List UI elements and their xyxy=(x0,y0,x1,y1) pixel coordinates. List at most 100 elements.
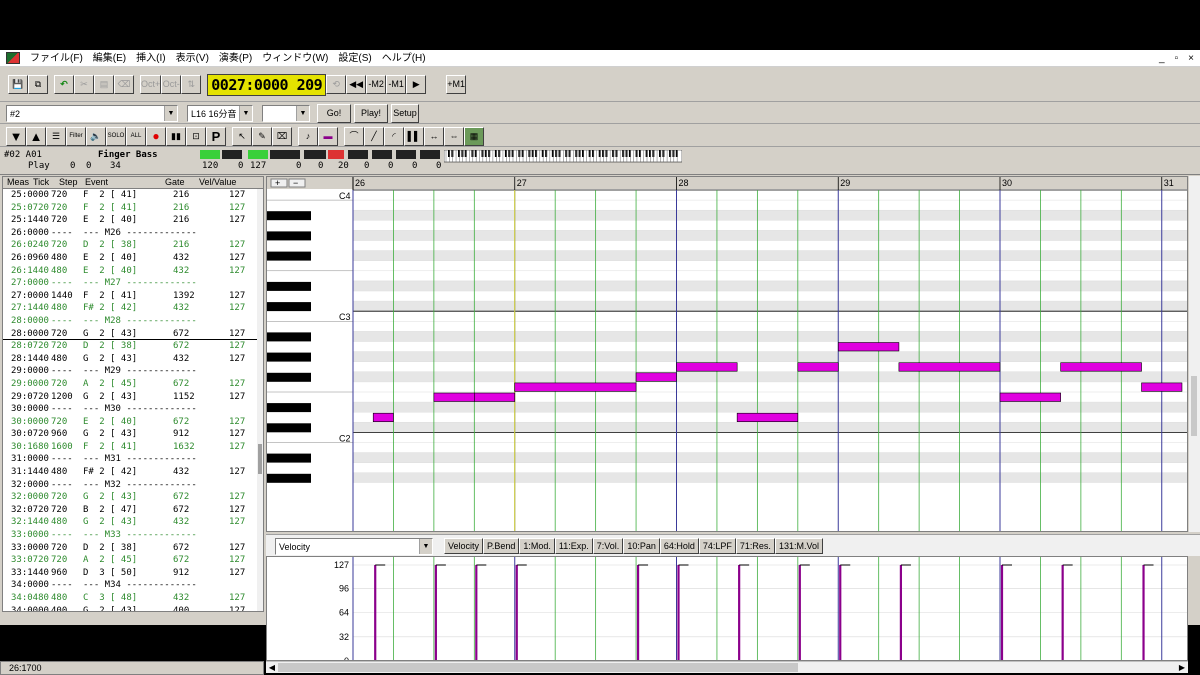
black-key[interactable] xyxy=(267,302,311,312)
col-vel[interactable]: Vel/Value xyxy=(199,177,236,187)
undo-icon[interactable]: ↶ xyxy=(54,75,74,94)
track-up-icon[interactable]: ▲ xyxy=(26,126,46,146)
controller-tab[interactable]: 131:M.Vol xyxy=(774,538,823,554)
black-key[interactable] xyxy=(267,403,311,413)
event-row[interactable]: 26:0000 ---- --- M26 ------------- xyxy=(3,227,263,240)
note[interactable] xyxy=(898,362,1001,372)
clear-icon[interactable]: ⌫ xyxy=(114,75,134,94)
event-list-scroll-thumb[interactable] xyxy=(258,444,262,474)
menu-play[interactable]: 演奏(P) xyxy=(214,50,257,67)
piano-roll-scroll-thumb[interactable] xyxy=(1191,376,1197,436)
black-key[interactable] xyxy=(267,251,311,261)
controller-tab[interactable]: Velocity xyxy=(444,538,484,554)
event-row[interactable]: 27:0000 ---- --- M27 ------------- xyxy=(3,277,263,290)
note[interactable] xyxy=(514,382,637,392)
event-row[interactable]: 33:1440 960 D 3 [ 50] 912 127 xyxy=(3,567,263,580)
event-row[interactable]: 27:0000 1440 F 2 [ 41] 1392 127 xyxy=(3,290,263,303)
setup-button[interactable]: Setup xyxy=(391,104,419,123)
copy-icon[interactable]: ⧉ xyxy=(28,75,48,94)
play-button[interactable]: Play! xyxy=(354,104,388,123)
col-tick[interactable]: Tick xyxy=(33,177,49,187)
event-row[interactable]: 25:1440 720 E 2 [ 40] 216 127 xyxy=(3,214,263,227)
go-button[interactable]: Go! xyxy=(317,104,351,123)
event-row[interactable]: 34:0480 480 C 3 [ 48] 432 127 xyxy=(3,592,263,605)
black-key[interactable] xyxy=(267,231,311,241)
event-row[interactable]: 33:0000 720 D 2 [ 38] 672 127 xyxy=(3,542,263,555)
note[interactable] xyxy=(736,412,799,422)
rewind-start-icon[interactable]: ⟲ xyxy=(326,75,347,94)
event-row[interactable]: 25:0720 720 F 2 [ 41] 216 127 xyxy=(3,202,263,215)
scroll-right-icon[interactable]: ▶ xyxy=(1176,662,1188,674)
col-gate[interactable]: Gate xyxy=(165,177,185,187)
cut-icon[interactable]: ✂ xyxy=(74,75,94,94)
menu-view[interactable]: 表示(V) xyxy=(171,50,214,67)
black-key[interactable] xyxy=(267,372,311,382)
event-row[interactable]: 30:1680 1600 F 2 [ 41] 1632 127 xyxy=(3,441,263,454)
note[interactable] xyxy=(797,362,839,372)
eraser-icon[interactable]: ⌧ xyxy=(272,126,292,146)
minimize-button[interactable]: _ xyxy=(1159,50,1165,67)
all-button[interactable]: ALL xyxy=(126,126,146,146)
event-row[interactable]: 30:0720 960 G 2 [ 43] 912 127 xyxy=(3,428,263,441)
track-image-icon[interactable]: ▦ xyxy=(464,126,484,146)
event-list[interactable]: Meas Tick Step Event Gate Vel/Value 25:0… xyxy=(2,176,264,612)
controller-tab[interactable]: 64:Hold xyxy=(659,538,699,554)
minus-m2-button[interactable]: -M2 xyxy=(366,75,387,94)
octave-down-button[interactable]: Oct- xyxy=(161,75,182,94)
curve-icon[interactable]: ⌒ xyxy=(344,126,364,146)
controller-tab[interactable]: 74:LPF xyxy=(698,538,736,554)
controller-tab[interactable]: P.Bend xyxy=(483,538,520,554)
plus-m1-button[interactable]: +M1 xyxy=(446,75,467,94)
speaker-icon[interactable]: 🔈 xyxy=(86,126,106,146)
velocity-canvas[interactable]: 1279664320 xyxy=(267,557,1188,661)
velocity-icon[interactable]: ▬ xyxy=(318,126,338,146)
track-select[interactable]: #2 ▼ xyxy=(6,105,178,122)
pointer-icon[interactable]: ↖ xyxy=(232,126,252,146)
note[interactable] xyxy=(635,372,677,382)
event-row[interactable]: 26:0240 720 D 2 [ 38] 216 127 xyxy=(3,239,263,252)
note[interactable] xyxy=(676,362,738,372)
event-row[interactable]: 34:0000 ---- --- M34 ------------- xyxy=(3,579,263,592)
event-row[interactable]: 32:0720 720 B 2 [ 47] 672 127 xyxy=(3,504,263,517)
note[interactable] xyxy=(1141,382,1183,392)
black-key[interactable] xyxy=(267,473,311,483)
col-step[interactable]: Step xyxy=(59,177,78,187)
event-row[interactable]: 28:0720 720 D 2 [ 38] 672 127 xyxy=(3,340,263,353)
note[interactable] xyxy=(837,342,900,352)
restore-button[interactable]: ▫ xyxy=(1175,50,1179,67)
pencil-icon[interactable]: ✎ xyxy=(252,126,272,146)
menu-settings[interactable]: 設定(S) xyxy=(333,50,376,67)
save-icon[interactable]: 💾 xyxy=(8,75,28,94)
event-row[interactable]: 26:1440 480 E 2 [ 40] 432 127 xyxy=(3,265,263,278)
horizontal-scroll-thumb[interactable] xyxy=(278,663,798,672)
value-select[interactable]: ▼ xyxy=(262,105,310,122)
rewind-icon[interactable]: ◀◀ xyxy=(346,75,367,94)
event-row[interactable]: 29:0000 ---- --- M29 ------------- xyxy=(3,365,263,378)
p-button[interactable]: P xyxy=(206,126,226,146)
event-row[interactable]: 33:0720 720 A 2 [ 45] 672 127 xyxy=(3,554,263,567)
note[interactable] xyxy=(1060,362,1142,372)
bars-icon[interactable]: ▌▌ xyxy=(404,126,424,146)
event-row[interactable]: 31:0000 ---- --- M31 ------------- xyxy=(3,453,263,466)
controller-tab[interactable]: 10:Pan xyxy=(623,538,660,554)
note[interactable] xyxy=(999,392,1061,402)
stop-icon[interactable] xyxy=(426,75,447,94)
event-row[interactable]: 26:0960 480 E 2 [ 40] 432 127 xyxy=(3,252,263,265)
black-key[interactable] xyxy=(267,281,311,291)
octave-up-button[interactable]: Oct+ xyxy=(140,75,162,94)
event-row[interactable]: 32:0000 720 G 2 [ 43] 672 127 xyxy=(3,491,263,504)
event-row[interactable]: 33:0000 ---- --- M33 ------------- xyxy=(3,529,263,542)
event-list-scrollbar[interactable] xyxy=(257,189,263,611)
piano-roll-scrollbar[interactable] xyxy=(1189,176,1200,532)
piano-roll-canvas[interactable]: + − C4 C3 C2 26 27 28 29 30 31 xyxy=(267,177,1188,532)
play-icon[interactable]: ▶ xyxy=(406,75,427,94)
scroll-left-icon[interactable]: ◀ xyxy=(266,662,278,674)
event-row[interactable]: 28:0000 720 G 2 [ 43] 672 127 xyxy=(3,328,263,341)
piano-roll[interactable]: + − C4 C3 C2 26 27 28 29 30 31 xyxy=(266,176,1188,532)
controller-tab[interactable]: 7:Vol. xyxy=(592,538,624,554)
filter-button[interactable]: Filter xyxy=(66,126,86,146)
transpose-icon[interactable]: ⇅ xyxy=(181,75,202,94)
black-key[interactable] xyxy=(267,352,311,362)
controller-select[interactable]: Velocity ▼ xyxy=(275,538,433,555)
controller-tab[interactable]: 71:Res. xyxy=(735,538,775,554)
